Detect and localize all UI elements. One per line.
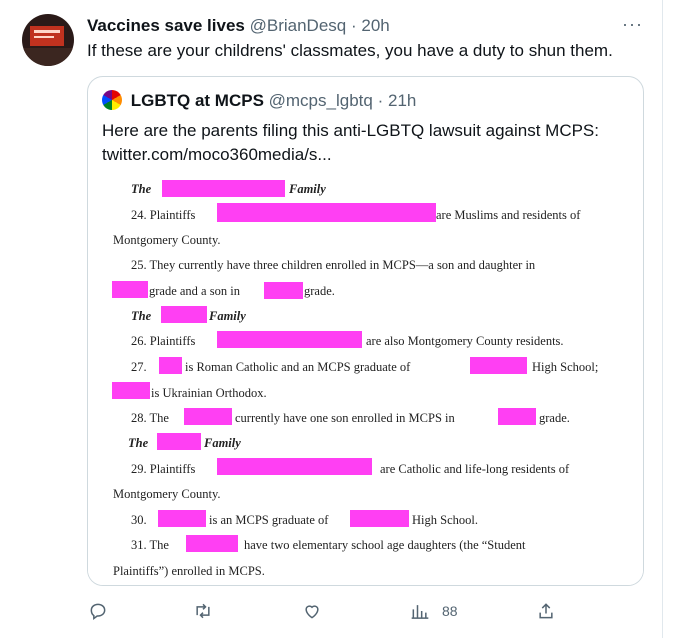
quote-avatar[interactable]	[102, 90, 122, 110]
reply-icon	[90, 603, 106, 620]
redaction	[217, 203, 436, 222]
like-button[interactable]	[302, 596, 322, 626]
doc-text: is an MCPS graduate of	[209, 513, 329, 527]
views-button[interactable]: 88	[410, 596, 458, 626]
redaction	[498, 408, 536, 425]
timestamp[interactable]: 20h	[361, 16, 389, 35]
redaction	[112, 281, 148, 298]
redaction	[159, 357, 182, 374]
doc-text: Plaintiffs”) enrolled in MCPS.	[113, 564, 265, 578]
redaction	[161, 306, 207, 323]
doc-text: have two elementary school age daughters…	[244, 538, 526, 552]
views-icon	[411, 605, 429, 619]
doc-text: High School;	[532, 360, 599, 374]
share-icon	[539, 603, 553, 619]
doc-text: 31. The	[131, 538, 169, 552]
reply-button[interactable]	[88, 596, 108, 626]
author-name[interactable]: Vaccines save lives	[87, 16, 245, 35]
redaction	[264, 282, 303, 299]
frame-border	[662, 0, 663, 638]
redaction	[186, 535, 238, 552]
doc-text: 29. Plaintiffs	[131, 462, 196, 476]
quote-separator: ·	[377, 91, 384, 110]
quote-link[interactable]: twitter.com/moco360media/s...	[102, 143, 622, 167]
doc-text: grade.	[304, 284, 335, 298]
quote-timestamp[interactable]: 21h	[388, 91, 416, 110]
share-button[interactable]	[536, 596, 556, 626]
redaction	[158, 510, 206, 527]
redaction	[217, 458, 372, 475]
quote-author-name[interactable]: LGBTQ at MCPS	[131, 91, 264, 110]
tweet[interactable]: Vaccines save lives @BrianDesq · 20h ···…	[0, 0, 662, 638]
quote-text-line: Here are the parents filing this anti-LG…	[102, 121, 599, 140]
redaction	[157, 433, 201, 450]
avatar[interactable]	[22, 14, 74, 66]
doc-text: Family	[209, 309, 246, 323]
doc-text: 27.	[131, 360, 147, 374]
doc-text: is Roman Catholic and an MCPS graduate o…	[185, 360, 411, 374]
retweet-button[interactable]	[193, 596, 213, 626]
like-icon	[305, 605, 319, 619]
doc-text: Family	[204, 436, 241, 450]
redaction	[112, 382, 150, 399]
doc-text: is Ukrainian Orthodox.	[151, 386, 267, 400]
doc-text: Family	[289, 182, 326, 196]
doc-text: The	[131, 182, 152, 196]
separator: ·	[350, 16, 357, 35]
redaction	[184, 408, 232, 425]
doc-text: 26. Plaintiffs	[131, 334, 196, 348]
quote-author-handle[interactable]: @mcps_lgbtq	[269, 91, 373, 110]
doc-text: The	[131, 309, 152, 323]
quote-header: LGBTQ at MCPS @mcps_lgbtq · 21h	[102, 89, 416, 113]
action-bar: 88	[0, 596, 662, 626]
doc-text: Montgomery County.	[113, 233, 221, 247]
more-options-icon[interactable]: ···	[622, 14, 643, 35]
quote-text: Here are the parents filing this anti-LG…	[102, 119, 622, 167]
redaction	[350, 510, 409, 527]
views-count: 88	[442, 603, 458, 619]
doc-text: are also Montgomery County residents.	[366, 334, 564, 348]
doc-text: currently have one son enrolled in MCPS …	[235, 411, 455, 425]
redaction	[470, 357, 527, 374]
doc-text: grade and a son in	[149, 284, 240, 298]
doc-text: Montgomery County.	[113, 487, 221, 501]
tweet-header: Vaccines save lives @BrianDesq · 20h	[87, 14, 390, 38]
doc-text: The	[128, 436, 149, 450]
doc-text: are Catholic and life-long residents of	[380, 462, 570, 476]
quoted-tweet[interactable]: LGBTQ at MCPS @mcps_lgbtq · 21h Here are…	[87, 76, 644, 586]
retweet-icon	[196, 603, 210, 619]
doc-text: are Muslims and residents of	[436, 208, 581, 222]
redaction	[162, 180, 285, 197]
doc-text: grade.	[539, 411, 570, 425]
document-image[interactable]: The Family 24. Plaintiffs are Muslims an…	[88, 176, 643, 585]
doc-text: 28. The	[131, 411, 169, 425]
doc-text: 30.	[131, 513, 147, 527]
tweet-text: If these are your childrens' classmates,…	[87, 41, 613, 60]
author-handle[interactable]: @BrianDesq	[250, 16, 347, 35]
redaction	[217, 331, 362, 348]
doc-text: 25. They currently have three children e…	[131, 258, 536, 272]
doc-text: High School.	[412, 513, 478, 527]
doc-text: 24. Plaintiffs	[131, 208, 196, 222]
